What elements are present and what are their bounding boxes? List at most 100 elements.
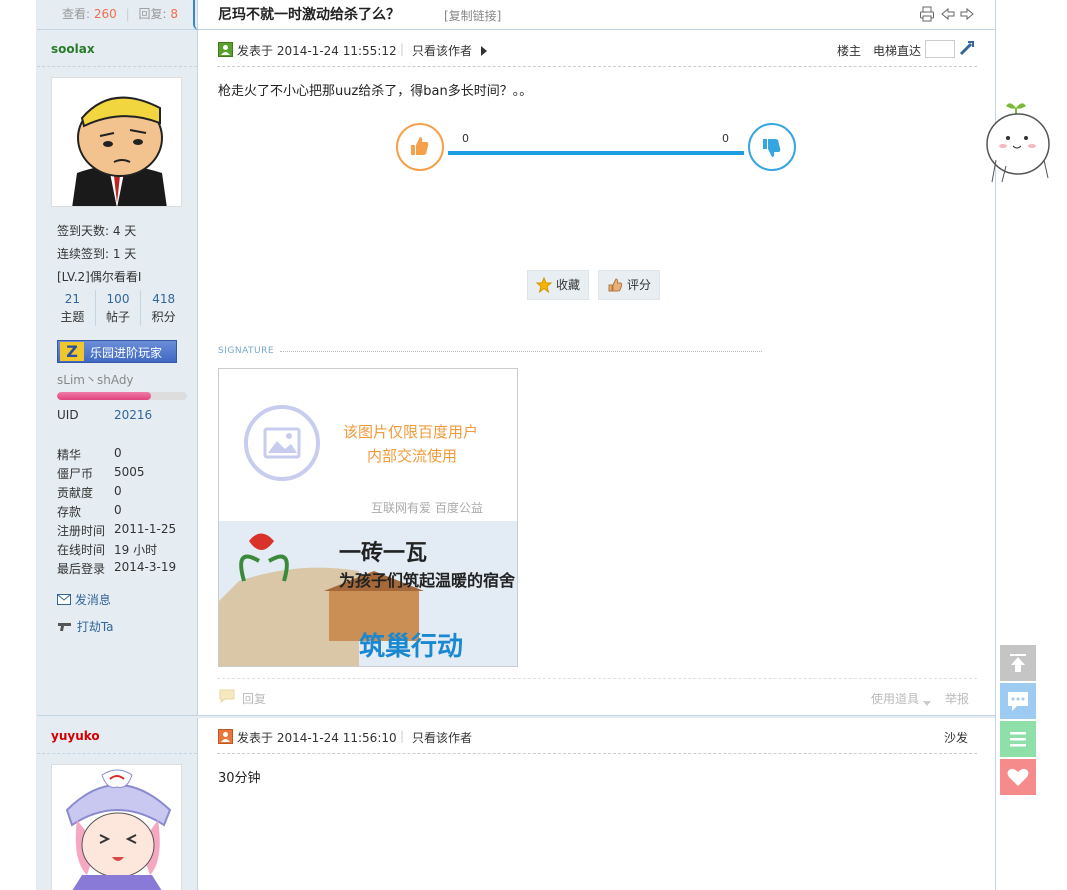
vote-up-button[interactable]	[396, 123, 444, 171]
profile-field-row: 存款 0	[57, 503, 122, 520]
post-message: 30分钟	[218, 771, 261, 786]
medal-badge[interactable]: Z 乐园进阶玩家	[57, 340, 177, 363]
replies-label: 回复:	[138, 7, 167, 21]
profile-field-key: 精华	[57, 448, 82, 462]
views-count: 260	[93, 7, 117, 21]
profile-field-key: 存款	[57, 505, 82, 519]
reply-icon	[219, 689, 237, 706]
back-to-top-button[interactable]	[1000, 645, 1036, 681]
chat-icon	[1008, 692, 1028, 711]
heart-icon	[1007, 768, 1029, 786]
divider	[217, 66, 977, 67]
thread-header	[37, 0, 995, 30]
author-name[interactable]: yuyuko	[51, 729, 100, 743]
menu-button[interactable]	[1000, 721, 1036, 757]
mail-icon	[57, 594, 71, 605]
elevator-label: 电梯直达	[873, 44, 922, 58]
topics-count[interactable]: 21 主题	[50, 290, 95, 326]
profile-field-row: 注册时间 2011-1-25	[57, 522, 176, 539]
star-icon	[536, 277, 552, 293]
profile-field-key: 注册时间	[57, 524, 106, 538]
online-status-icon	[218, 729, 233, 744]
uid-row: UID 20216	[57, 408, 153, 422]
divider	[37, 753, 197, 754]
rate-button[interactable]: 评分	[598, 270, 661, 300]
profile-field-value: 0	[114, 484, 122, 498]
signature-label: SIGNATURE	[218, 346, 275, 356]
post-message: 枪走火了不小心把那uuz给杀了，得ban多长时间？。。	[218, 84, 533, 99]
profile-field-key: 僵尸币	[57, 467, 94, 481]
author-name[interactable]: soolax	[51, 42, 95, 56]
medal-z-icon: Z	[60, 342, 84, 361]
list-icon	[1010, 732, 1026, 747]
use-item-link[interactable]: 使用道具	[871, 690, 919, 707]
quick-reply-button[interactable]	[1000, 683, 1036, 719]
profile-field-value: 0	[114, 503, 122, 517]
like-button[interactable]	[1000, 759, 1036, 795]
prev-thread-icon[interactable]	[940, 6, 956, 22]
next-thread-icon[interactable]	[959, 6, 975, 22]
header-tip	[193, 0, 199, 30]
profile-field-row: 最后登录 2014-3-19	[57, 560, 176, 577]
points-count[interactable]: 418 积分	[140, 290, 186, 326]
profile-field-key: 在线时间	[57, 543, 106, 557]
post-time: 发表于 2014-1-24 11:55:12	[237, 44, 397, 58]
profile-field-value: 5005	[114, 465, 145, 479]
avatar[interactable]	[51, 764, 182, 890]
floor-label: 楼主	[837, 44, 862, 58]
post-time: 发表于 2014-1-24 11:56:10	[237, 731, 397, 745]
user-tagline: sLim丶shAdy	[57, 373, 134, 387]
divider	[37, 66, 197, 67]
chevron-down-icon	[923, 695, 931, 709]
thread-title: 尼玛不就一时激动给杀了么？	[218, 7, 400, 23]
profile-field-value: 2011-1-25	[114, 522, 177, 536]
floor-label: 沙发	[944, 731, 969, 745]
mascot-image	[986, 98, 1058, 187]
vote-up-count: 0	[462, 132, 469, 145]
checkin-days: 签到天数: 4 天	[57, 224, 137, 238]
favorite-button[interactable]: 收藏	[527, 270, 590, 300]
thumb-rate-icon	[608, 278, 623, 292]
views-label: 查看:	[62, 7, 91, 21]
vote-down-button[interactable]	[748, 123, 796, 171]
user-counts: 21 主题 100 帖子 418 积分	[50, 290, 186, 326]
vote-down-count: 0	[722, 132, 729, 145]
profile-field-value: 2014-3-19	[114, 560, 177, 574]
only-author-link[interactable]: 只看该作者	[412, 42, 472, 59]
level-progress-bar	[57, 392, 187, 400]
report-link[interactable]: 举报	[945, 690, 969, 707]
checkin-streak: 连续签到: 1 天	[57, 247, 137, 261]
profile-field-row: 僵尸币 5005	[57, 465, 145, 482]
divider	[217, 753, 977, 754]
post-divider	[37, 715, 995, 718]
profile-field-value: 19 小时	[114, 543, 158, 557]
profile-field-row: 在线时间 19 小时	[57, 541, 157, 558]
elevator-input[interactable]	[925, 40, 955, 58]
profile-field-row: 精华 0	[57, 446, 122, 463]
reply-link[interactable]: 回复	[242, 690, 266, 707]
gun-icon	[58, 623, 71, 631]
thread-stats: 查看: 260 | 回复: 8	[62, 7, 178, 21]
thumbs-up-icon	[411, 137, 429, 155]
posts-count[interactable]: 100 帖子	[94, 290, 141, 326]
profile-field-key: 贡献度	[57, 486, 94, 500]
avatar[interactable]	[51, 77, 182, 207]
signature-divider	[280, 351, 762, 352]
arrow-right-icon	[481, 45, 487, 59]
copy-link-button[interactable]: [复制链接]	[444, 7, 501, 24]
user-level: [LV.2]偶尔看看I	[57, 270, 142, 284]
vote-bar	[448, 151, 744, 155]
print-icon[interactable]	[919, 6, 935, 22]
signature-image: 该图片仅限百度用户 内部交流使用 互联网有爱 百度公益 一砖一瓦 为孩子们筑起温…	[218, 368, 518, 667]
profile-field-key: 最后登录	[57, 562, 106, 576]
online-status-icon	[218, 42, 233, 57]
elevator-go-icon[interactable]	[959, 40, 975, 59]
uid-link[interactable]: 20216	[114, 408, 152, 422]
profile-field-value: 0	[114, 446, 122, 460]
hit-link[interactable]: 打劫Ta	[57, 618, 114, 635]
only-author-link[interactable]: 只看该作者	[412, 729, 472, 746]
send-message-link[interactable]: 发消息	[57, 591, 111, 608]
profile-field-row: 贡献度 0	[57, 484, 122, 501]
replies-count: 8	[170, 7, 178, 21]
thumbs-down-icon	[763, 139, 781, 157]
